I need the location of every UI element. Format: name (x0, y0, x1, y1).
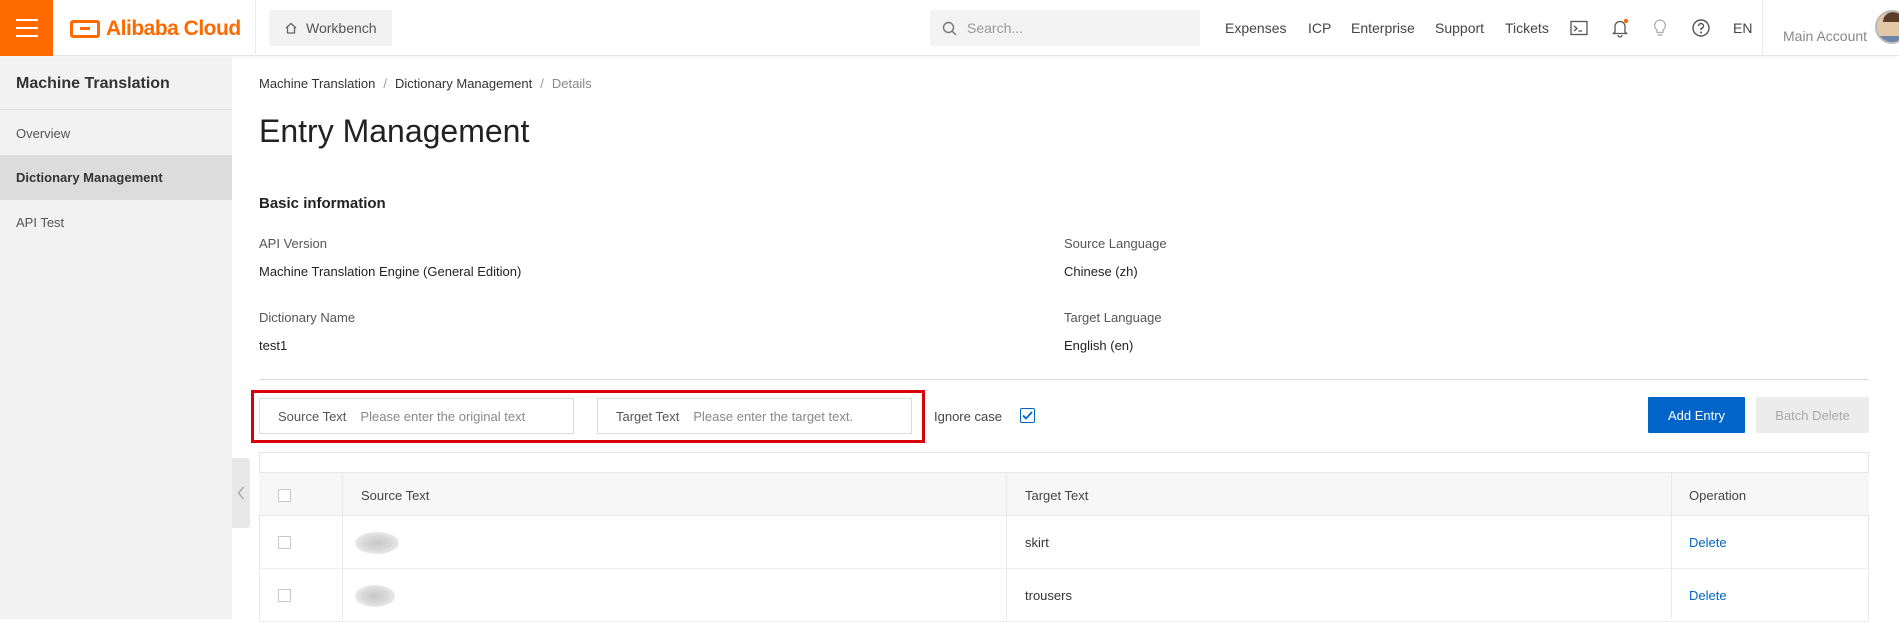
select-all-checkbox-cell (278, 473, 291, 517)
alibaba-cloud-logo[interactable]: Alibaba Cloud (70, 14, 241, 44)
source-language-value: Chinese (zh) (1064, 264, 1138, 279)
table-header: Source Text Target Text Operation (259, 472, 1869, 516)
divider (259, 379, 1869, 380)
target-text-filter-label: Target Text (616, 408, 680, 424)
sidebar-item-dictionary-management[interactable]: Dictionary Management (0, 155, 232, 200)
chevron-left-icon (237, 486, 245, 500)
nav-enterprise[interactable]: Enterprise (1351, 0, 1415, 56)
sidebar-collapse-button[interactable] (232, 458, 250, 528)
ignore-case-label: Ignore case (934, 409, 1002, 424)
source-text-input[interactable] (360, 408, 561, 424)
brand-name: Alibaba Cloud (106, 17, 241, 40)
target-language-value: English (en) (1064, 338, 1134, 353)
breadcrumb-separator: / (540, 76, 544, 91)
top-bar: Alibaba Cloud Workbench Expenses ICP Ent… (0, 0, 1899, 56)
sidebar-item-overview[interactable]: Overview (0, 111, 232, 156)
account-label[interactable]: Main Account (1783, 28, 1867, 44)
target-text-input[interactable] (693, 408, 894, 424)
source-language-label: Source Language (1064, 236, 1167, 251)
workbench-label: Workbench (306, 20, 377, 36)
table-row: trousers Delete (259, 569, 1869, 622)
target-text-filter[interactable]: Target Text (597, 398, 912, 434)
help-icon[interactable] (1689, 16, 1713, 40)
logo-icon (70, 20, 100, 38)
column-divider (1006, 472, 1007, 619)
sidebar-title: Machine Translation (16, 75, 170, 92)
sidebar-item-api-test[interactable]: API Test (0, 200, 232, 245)
avatar[interactable] (1875, 10, 1899, 44)
nav-tickets[interactable]: Tickets (1505, 0, 1549, 56)
lightbulb-icon[interactable] (1648, 16, 1672, 40)
divider (0, 109, 232, 110)
row-checkbox-cell (278, 516, 291, 569)
breadcrumb-details: Details (551, 76, 592, 91)
basic-info-title: Basic information (259, 195, 386, 212)
nav-icp[interactable]: ICP (1308, 0, 1331, 56)
api-version-label: API Version (259, 236, 327, 251)
dictionary-name-value: test1 (259, 338, 288, 353)
language-switch[interactable]: EN (1733, 0, 1752, 56)
breadcrumb-machine-translation[interactable]: Machine Translation (259, 76, 375, 91)
sidebar: Machine Translation Overview Dictionary … (0, 57, 232, 619)
breadcrumb: Machine Translation / Dictionary Managem… (259, 76, 592, 91)
divider (255, 0, 256, 56)
delete-link[interactable]: Delete (1689, 569, 1727, 622)
batch-delete-button[interactable]: Batch Delete (1756, 397, 1869, 433)
checkmark-icon (1022, 411, 1033, 420)
row-checkbox[interactable] (278, 589, 291, 602)
search-box[interactable] (930, 10, 1200, 46)
breadcrumb-separator: / (383, 76, 387, 91)
bell-icon[interactable] (1608, 16, 1632, 40)
home-icon (285, 22, 297, 34)
add-entry-button[interactable]: Add Entry (1648, 397, 1745, 433)
target-text-cell: trousers (1025, 588, 1072, 603)
row-checkbox-cell (278, 569, 291, 622)
column-operation: Operation (1689, 487, 1747, 503)
select-all-checkbox[interactable] (278, 488, 291, 502)
menu-icon[interactable] (0, 0, 53, 56)
breadcrumb-dictionary-management[interactable]: Dictionary Management (395, 76, 532, 91)
dictionary-name-label: Dictionary Name (259, 310, 356, 325)
target-language-label: Target Language (1064, 310, 1162, 325)
row-checkbox[interactable] (278, 536, 291, 549)
divider (1762, 0, 1763, 56)
nav-support[interactable]: Support (1435, 0, 1484, 56)
terminal-icon[interactable] (1567, 16, 1591, 40)
search-icon (942, 21, 957, 35)
redacted-text (355, 531, 399, 554)
search-input[interactable] (967, 20, 1187, 36)
column-source-text: Source Text (361, 487, 430, 503)
entries-table: Source Text Target Text Operation skirt … (259, 452, 1869, 622)
column-divider (342, 472, 343, 619)
table-row: skirt Delete (259, 516, 1869, 569)
ignore-case-checkbox[interactable] (1020, 408, 1035, 423)
delete-link[interactable]: Delete (1689, 516, 1727, 569)
source-text-cell (355, 516, 399, 569)
page-title: Entry Management (259, 113, 530, 149)
redacted-text (355, 584, 395, 607)
source-text-cell (355, 569, 395, 622)
source-text-filter-label: Source Text (278, 408, 347, 424)
source-text-filter[interactable]: Source Text (259, 398, 574, 434)
nav-expenses[interactable]: Expenses (1225, 0, 1286, 56)
api-version-value: Machine Translation Engine (General Edit… (259, 264, 522, 279)
column-target-text: Target Text (1025, 487, 1089, 503)
target-text-cell: skirt (1025, 535, 1049, 550)
workbench-button[interactable]: Workbench (269, 10, 392, 46)
column-divider (1671, 472, 1672, 619)
